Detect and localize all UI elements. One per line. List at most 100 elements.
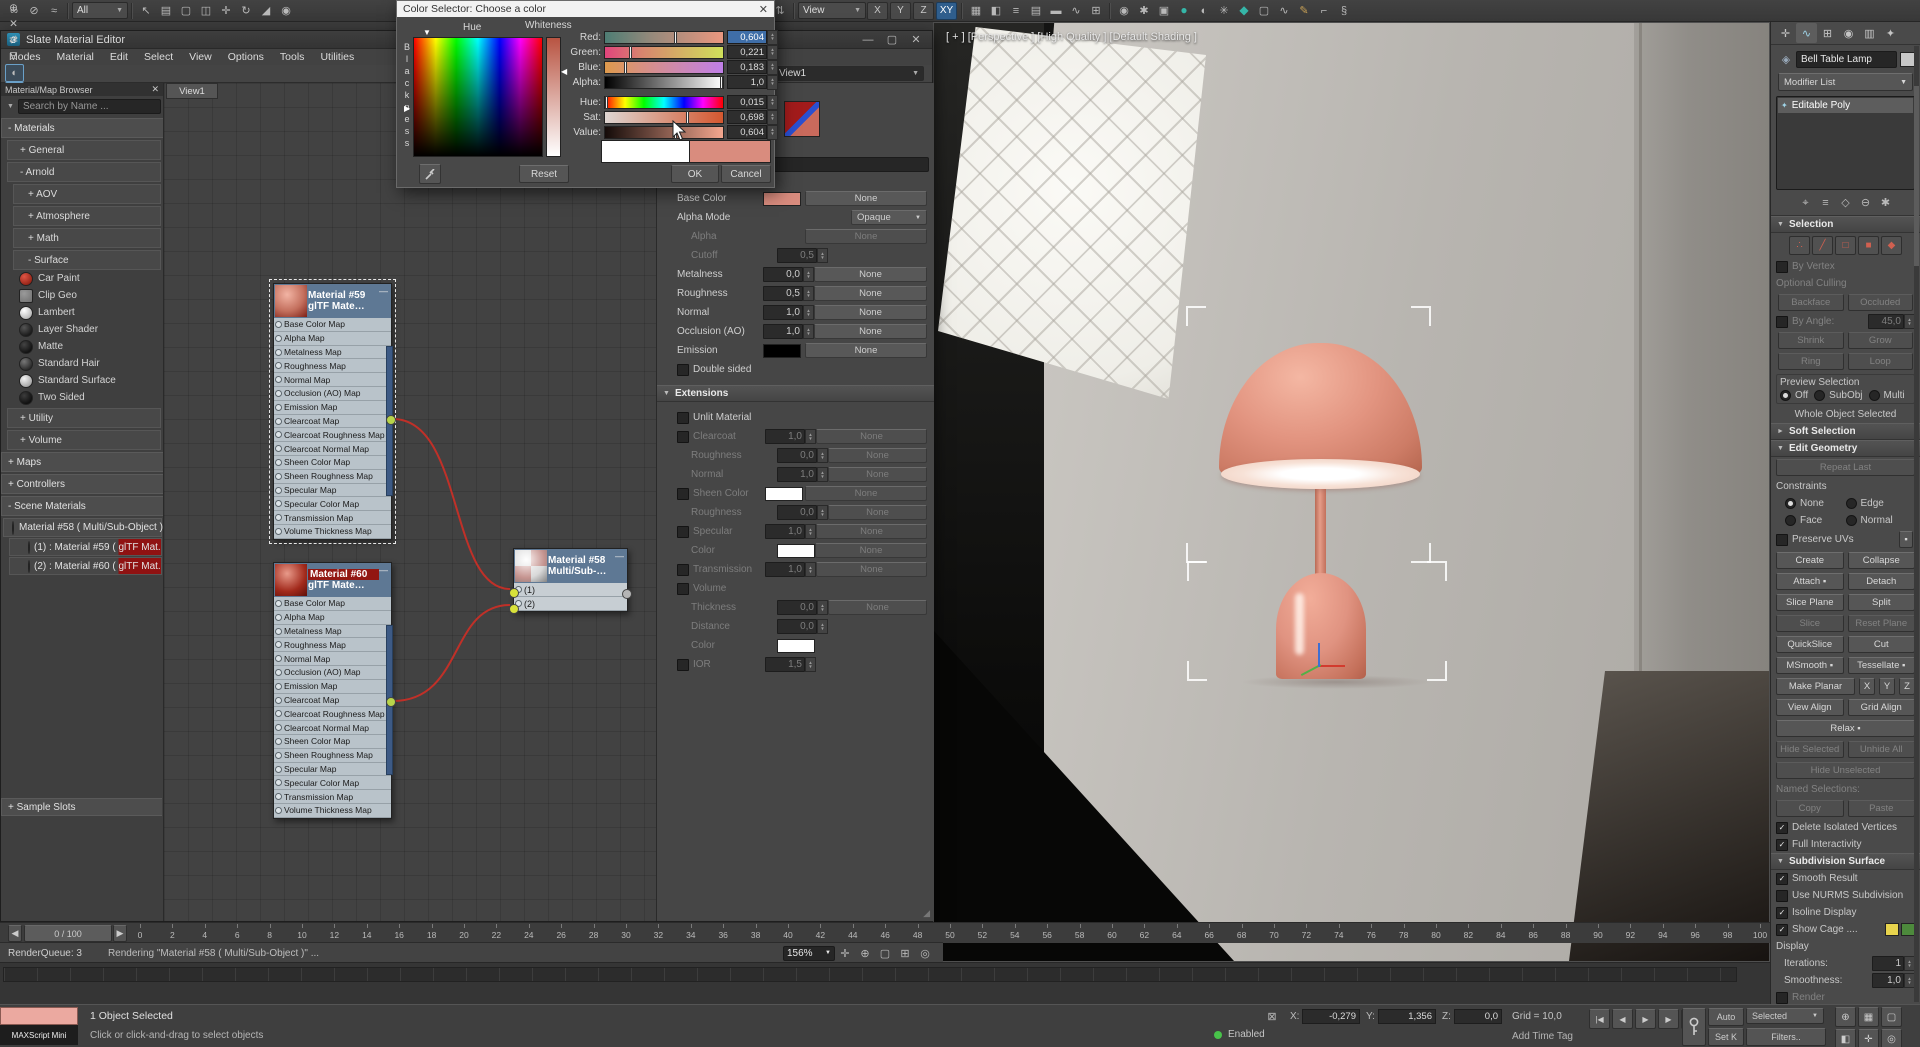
- z-coord-field[interactable]: 0,0: [1454, 1009, 1502, 1024]
- hsv-value-spinner[interactable]: ▲▼: [767, 125, 778, 140]
- tab-display[interactable]: ▥: [1859, 23, 1880, 43]
- rollout-selection[interactable]: ▼Selection: [1771, 216, 1920, 233]
- constraint-edge[interactable]: Edge: [1846, 498, 1907, 509]
- channel-blue-slider-handle[interactable]: [624, 61, 627, 74]
- node-slot[interactable]: Roughness Map: [274, 359, 391, 373]
- eg-button-quickslice[interactable]: QuickSlice: [1776, 636, 1844, 653]
- param-spinner-arrows[interactable]: ▲▼: [803, 286, 814, 301]
- node-slot[interactable]: Metalness Map: [274, 346, 391, 360]
- param-color-swatch[interactable]: [763, 344, 801, 358]
- node-header[interactable]: Material #58Multi/Sub-…—: [514, 549, 627, 583]
- browser-item[interactable]: Two Sided: [1, 389, 163, 406]
- zoom-selected-icon[interactable]: ◎: [916, 945, 934, 962]
- output-socket[interactable]: [386, 415, 396, 425]
- arnold-icon[interactable]: ◆: [1235, 2, 1253, 19]
- previous-frame-button[interactable]: ◀: [8, 925, 22, 942]
- eg-button-repeat-last[interactable]: Repeat Last: [1776, 459, 1915, 476]
- subobject-border-button[interactable]: □: [1835, 236, 1856, 255]
- eg-check-delete-isolated-vertices[interactable]: ✓Delete Isolated Vertices: [1771, 819, 1920, 836]
- shrink-button[interactable]: Shrink: [1778, 332, 1844, 349]
- reset-button[interactable]: Reset: [519, 165, 569, 183]
- preview-mode-off[interactable]: Off: [1780, 390, 1808, 401]
- param-checkbox[interactable]: [677, 564, 689, 576]
- node-slot[interactable]: Transmission Map: [274, 790, 391, 804]
- browser-group[interactable]: + Utility: [7, 408, 161, 428]
- remove-modifier-icon[interactable]: ⊖: [1857, 194, 1875, 211]
- measure-icon[interactable]: ⌐: [1315, 3, 1333, 20]
- input-socket-1[interactable]: [509, 588, 519, 598]
- hsv-hue-slider[interactable]: [604, 96, 724, 109]
- tab-hierarchy[interactable]: ⊞: [1817, 23, 1838, 43]
- eyedropper-button[interactable]: [419, 164, 441, 184]
- param-checkbox[interactable]: [677, 488, 689, 500]
- eg-button-x[interactable]: X: [1859, 678, 1875, 695]
- param-spinner-arrows[interactable]: ▲▼: [817, 600, 828, 615]
- param-spinner-arrows[interactable]: ▲▼: [817, 248, 828, 263]
- node-header[interactable]: Material #59glTF Mate…—: [274, 284, 391, 318]
- param-none-button[interactable]: None: [805, 229, 927, 244]
- rollout-extensions[interactable]: ▼Extensions: [657, 385, 934, 402]
- tab-modify[interactable]: ∿: [1796, 23, 1817, 43]
- rollout-soft-selection[interactable]: ►Soft Selection: [1771, 423, 1920, 440]
- channel-green-value-field[interactable]: 0,221: [727, 45, 767, 59]
- eg-button-make-planar[interactable]: Make Planar: [1776, 678, 1855, 695]
- node-slot[interactable]: Emission Map: [274, 401, 391, 415]
- script-icon[interactable]: §: [1335, 3, 1353, 20]
- node-slot[interactable]: Transmission Map: [274, 511, 391, 525]
- maxscript-mini-listener[interactable]: MAXScript Mini: [0, 1025, 78, 1045]
- param-spinner-field[interactable]: 0,5: [763, 286, 803, 301]
- orbit-button[interactable]: ◎: [1881, 1029, 1902, 1047]
- param-spinner-field[interactable]: 1,5: [765, 657, 805, 672]
- backface-button[interactable]: Backface: [1778, 294, 1844, 311]
- browser-item[interactable]: Standard Hair: [1, 355, 163, 372]
- zoom-extents-button[interactable]: ▢: [1881, 1007, 1902, 1027]
- param-none-button[interactable]: None: [814, 324, 927, 339]
- perspective-viewport[interactable]: [ + ] [Perspective ] [High Quality ] [De…: [933, 22, 1770, 962]
- subobject-edge-button[interactable]: ╱: [1812, 236, 1833, 255]
- select-scale-icon[interactable]: ◢: [257, 2, 275, 19]
- browser-item[interactable]: Clip Geo: [1, 287, 163, 304]
- material-preview-swatch[interactable]: [784, 101, 820, 137]
- viewport-label[interactable]: [ + ] [Perspective ] [High Quality ] [De…: [946, 31, 1197, 43]
- param-spinner-arrows[interactable]: ▲▼: [817, 619, 828, 634]
- window-resize-grip[interactable]: ◢: [923, 908, 930, 919]
- toggle-ribbon-icon[interactable]: ▬: [1047, 2, 1065, 19]
- tab-motion[interactable]: ◉: [1838, 23, 1859, 43]
- browser-group[interactable]: - Arnold: [7, 162, 161, 182]
- node-slot[interactable]: Clearcoat Roughness Map: [274, 428, 391, 442]
- delete-selected-icon[interactable]: ✕: [5, 16, 22, 32]
- tab-create[interactable]: ✛: [1775, 23, 1796, 43]
- loop-button[interactable]: Loop: [1848, 353, 1914, 370]
- preview-mode-subobj[interactable]: SubObj: [1814, 390, 1862, 401]
- sd-isoline-display[interactable]: ✓Isoline Display: [1771, 904, 1920, 921]
- eg-button-msmooth[interactable]: MSmooth ▪: [1776, 657, 1844, 674]
- channel-green-slider-handle[interactable]: [629, 46, 632, 59]
- channel-red-spinner[interactable]: ▲▼: [767, 30, 778, 45]
- param-spinner-field[interactable]: 0,0: [777, 505, 817, 520]
- eg-button-z[interactable]: Z: [1899, 678, 1915, 695]
- param-spinner-arrows[interactable]: ▲▼: [803, 305, 814, 320]
- param-color-swatch[interactable]: [765, 487, 803, 501]
- set-key-button[interactable]: [1682, 1008, 1706, 1046]
- param-spinner-field[interactable]: 0,0: [777, 619, 817, 634]
- eg-button-reset-plane[interactable]: Reset Plane: [1848, 615, 1916, 632]
- align-icon[interactable]: ≡: [1007, 2, 1025, 19]
- mirror-icon[interactable]: ◧: [987, 2, 1005, 19]
- axis-constraint-xy[interactable]: XY: [936, 2, 957, 20]
- menu-select[interactable]: Select: [136, 51, 181, 63]
- dialog-title-bar[interactable]: Color Selector: Choose a color ✕: [397, 1, 774, 17]
- param-none-button[interactable]: None: [828, 467, 927, 482]
- node-slot[interactable]: Base Color Map: [274, 318, 391, 332]
- eg-button-copy[interactable]: Copy: [1776, 800, 1844, 817]
- channel-green-spinner[interactable]: ▲▼: [767, 45, 778, 60]
- param-none-button[interactable]: None: [814, 305, 927, 320]
- x-coord-field[interactable]: -0,279: [1302, 1009, 1360, 1024]
- param-spinner-arrows[interactable]: ▲▼: [805, 524, 816, 539]
- browser-group[interactable]: + Controllers: [1, 474, 163, 494]
- node-slot[interactable]: Specular Color Map: [274, 497, 391, 511]
- view-selector-dropdown[interactable]: View1▼: [774, 66, 924, 81]
- edit-named-sets-icon[interactable]: ▦: [967, 2, 985, 19]
- eg-button-create[interactable]: Create: [1776, 552, 1844, 569]
- hsv-sat-value-field[interactable]: 0,698: [727, 110, 767, 124]
- menu-tools[interactable]: Tools: [272, 51, 313, 63]
